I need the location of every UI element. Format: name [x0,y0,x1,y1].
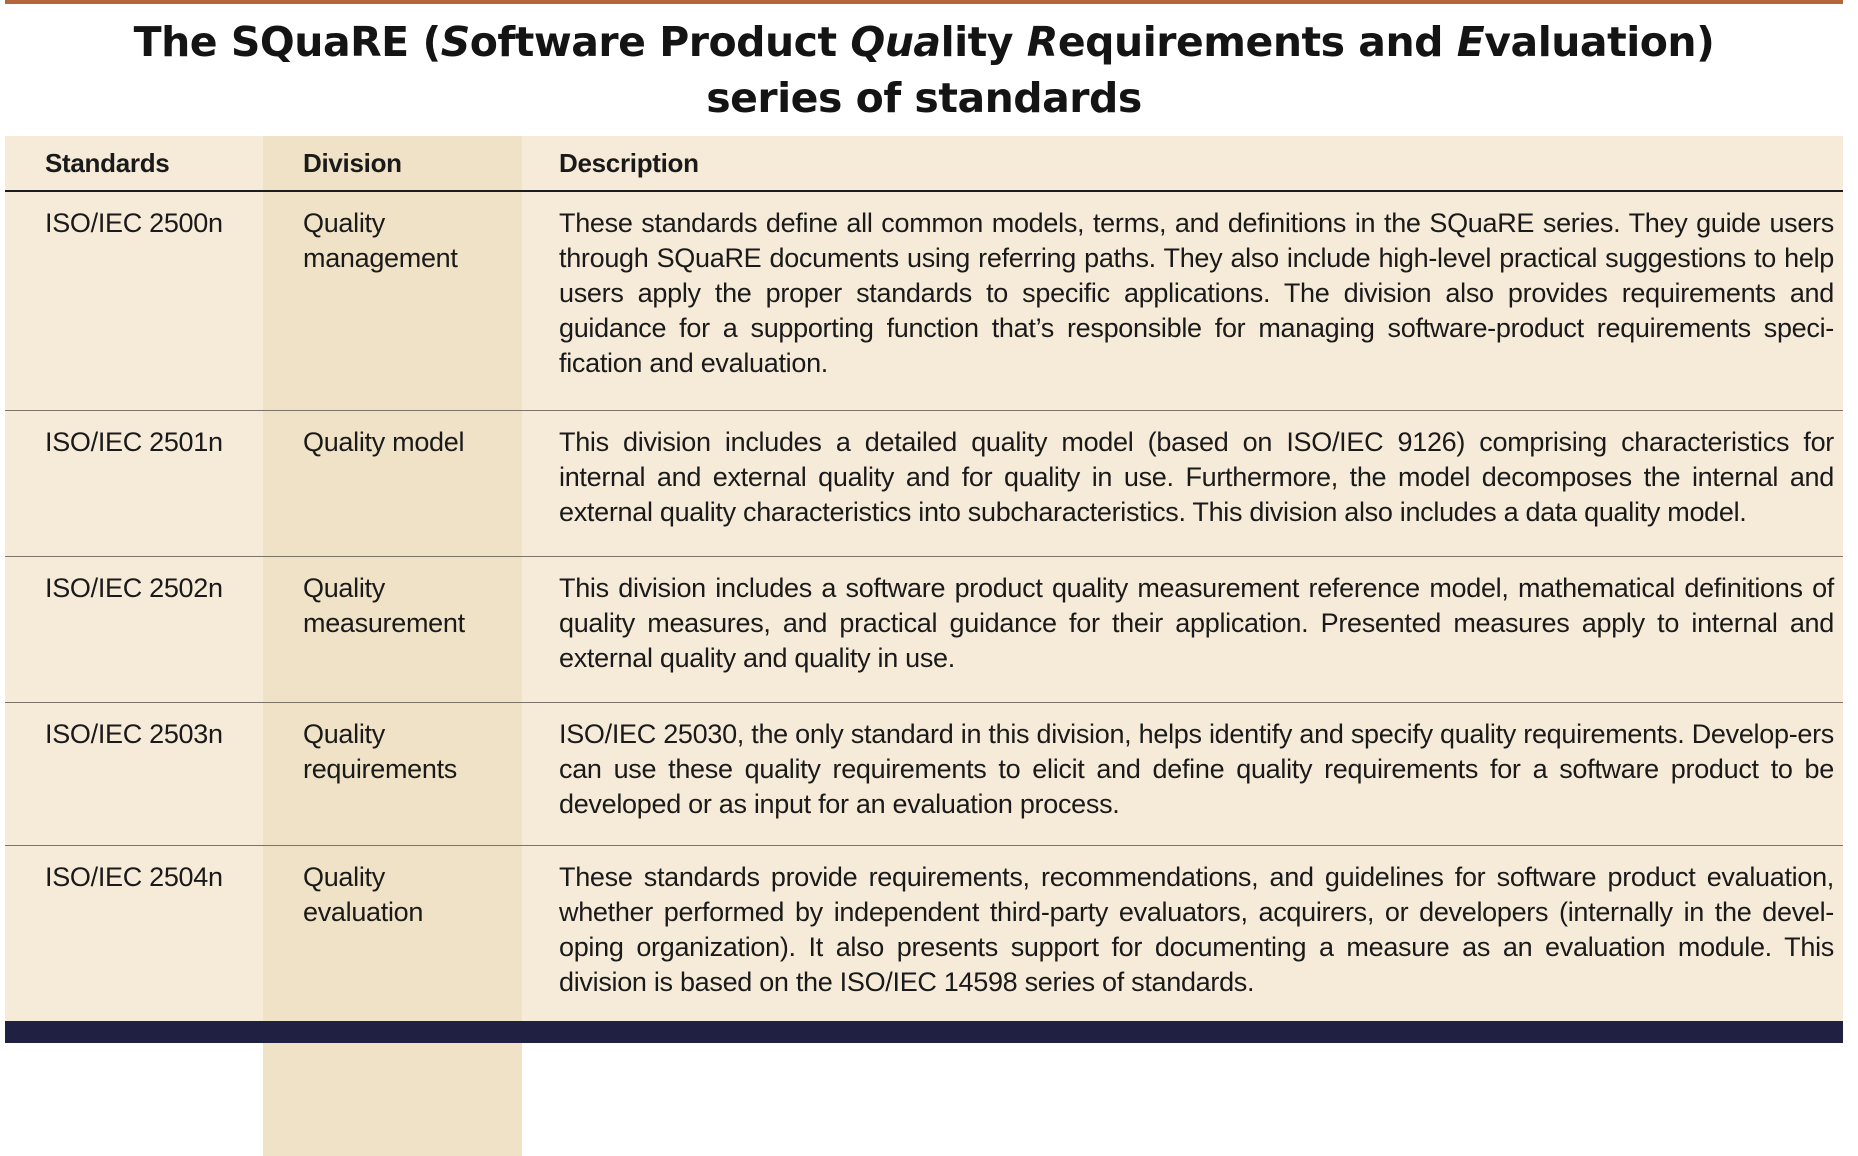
cell-standard: ISO/IEC 2503n [45,719,223,749]
table-title: The SQuaRE (Software Product Quality Req… [0,14,1848,126]
document-page: The SQuaRE (Software Product Quality Req… [0,0,1858,1156]
cell-description: This division includes a detailed qualit… [559,427,1834,527]
cell-division: Quality management [303,206,513,276]
cell-standard: ISO/IEC 2504n [45,862,223,892]
cell-standard: ISO/IEC 2501n [45,427,223,457]
division-line: Quality [303,208,385,238]
cell-description: These standards provide requirements, re… [559,862,1834,997]
title-part-italic: E [1456,18,1485,66]
standards-table: Standards Division Description ISO/IEC 2… [5,136,1843,1156]
division-line: Quality [303,573,385,603]
title-part-italic: Qua [850,18,941,66]
cell-standard: ISO/IEC 2502n [45,573,223,603]
cell-division: Quality evaluation [303,860,513,930]
cell-description: These standards define all common models… [559,208,1834,378]
cell-description: This division includes a software produc… [559,573,1834,673]
table-row: ISO/IEC 2502n Quality measurement This di… [5,557,1843,703]
title-part: The SQuaRE ( [133,18,442,66]
title-part: valuation) [1484,18,1715,66]
title-part-italic: R [1026,18,1059,66]
cell-division: Quality model [303,425,513,460]
table-bottom-band [5,1021,1843,1043]
table-row: ISO/IEC 2501n Quality model This divisio… [5,411,1843,557]
division-line: requirements [303,754,457,784]
cell-description: ISO/IEC 25030, the only standard in this… [559,719,1834,819]
table-row: ISO/IEC 2500n Quality management These st… [5,192,1843,411]
title-part-italic: S [440,18,471,66]
division-line: evaluation [303,897,424,927]
table-row: ISO/IEC 2503n Quality requirements ISO/IE… [5,703,1843,846]
header-description: Description [559,148,699,178]
division-line: Quality [303,719,385,749]
title-line-2: series of standards [706,74,1142,122]
division-line: management [303,243,458,273]
title-part: oftware Product [469,18,851,66]
table-header-row: Standards Division Description [5,136,1843,192]
title-part: lity [940,18,1027,66]
division-line: Quality model [303,427,465,457]
table-row: ISO/IEC 2504n Quality evaluation These st… [5,846,1843,1021]
cell-division: Quality requirements [303,717,513,787]
division-line: Quality [303,862,385,892]
division-line: measurement [303,608,465,638]
top-accent-rule [5,0,1843,4]
title-line-1: The SQuaRE (Software Product Quality Req… [0,14,1848,70]
cell-standard: ISO/IEC 2500n [45,208,223,238]
title-part: equirements and [1057,18,1457,66]
header-standards: Standards [45,148,170,178]
header-division: Division [303,148,402,178]
cell-division: Quality measurement [303,571,513,641]
